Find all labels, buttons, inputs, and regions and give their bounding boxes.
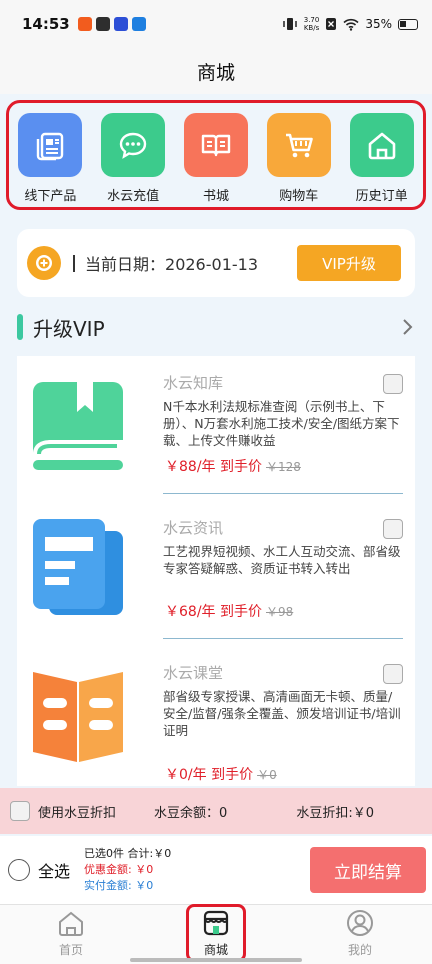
- home-indicator: [130, 958, 302, 962]
- product-name: 水云知库: [163, 374, 224, 392]
- status-right: 3.70 KB/s 35%: [282, 16, 418, 32]
- app-notification-icon: [131, 17, 146, 31]
- checkout-button[interactable]: 立即结算: [310, 847, 426, 893]
- use-bean-checkbox[interactable]: [10, 801, 30, 821]
- nav-tile: [183, 113, 248, 177]
- quick-nav: 线下产品 水云充值 书城 购物车 历史订单: [6, 100, 426, 210]
- product-checkbox[interactable]: [383, 664, 403, 684]
- bean-discount: 水豆折扣:￥0: [296, 805, 374, 821]
- product-description: N千本水利法规标准查阅（示例书上、下册）、N万套水利施工技术/安全/图纸方案下载…: [163, 399, 400, 448]
- house-icon: [368, 132, 395, 160]
- actual-amount: 实付金额: ￥0: [84, 879, 154, 892]
- home-icon: [59, 911, 83, 936]
- status-bar: 14:53 3.70 KB/s 35%: [0, 0, 432, 48]
- product-price: ￥68/年 到手价 ￥98: [165, 604, 294, 620]
- nav-tile: [266, 113, 331, 177]
- course-book-icon: [33, 672, 123, 762]
- nav-tile: [349, 113, 414, 177]
- open-book-icon: [201, 134, 231, 157]
- selected-total: 已选0件 合计:￥0: [84, 847, 172, 860]
- select-all-radio[interactable]: [8, 859, 30, 881]
- discount-amount: 优惠金额: ￥0: [84, 863, 154, 876]
- app-notification-icon: [95, 17, 110, 31]
- nav-label: 书城: [202, 189, 229, 204]
- nav-order-history[interactable]: 历史订单: [346, 113, 418, 204]
- nav-recharge[interactable]: 水云充值: [97, 113, 169, 204]
- section-header[interactable]: 升级VIP: [17, 310, 415, 344]
- vibrate-icon: [282, 18, 297, 30]
- divider: [163, 493, 403, 494]
- nav-label: 线下产品: [24, 189, 77, 204]
- wifi-icon: [343, 18, 359, 31]
- product-price: ￥0/年 到手价 ￥0: [165, 767, 277, 783]
- coin-icon: [27, 246, 61, 280]
- cart-icon: [285, 133, 313, 158]
- product-item[interactable]: 水云课堂 部省级专家授课、高清画面无卡顿、质量/安全/监督/强条全覆盖、颁发培训…: [17, 646, 415, 784]
- product-item[interactable]: 水云资讯 工艺视界短视频、水工人互动交流、部省级专家答疑解惑、资质证书转入转出 …: [17, 501, 415, 639]
- nav-cart[interactable]: 购物车: [263, 113, 335, 204]
- product-checkbox[interactable]: [383, 519, 403, 539]
- nav-tile: [101, 113, 166, 177]
- product-description: 部省级专家授课、高清画面无卡顿、质量/安全/监督/强条全覆盖、颁发培训证书/培训…: [163, 689, 401, 738]
- product-checkbox[interactable]: [383, 374, 403, 394]
- bean-balance: 水豆余额：0: [154, 805, 228, 821]
- nav-label: 购物车: [279, 189, 319, 204]
- order-summary: 已选0件 合计:￥0 优惠金额: ￥0 实付金额: ￥0: [84, 846, 171, 894]
- page-title-bar: 商城: [0, 48, 432, 94]
- chat-bubble-icon: [119, 132, 147, 159]
- section-accent: [17, 314, 23, 340]
- nav-bookstore[interactable]: 书城: [180, 113, 252, 204]
- original-price: ￥128: [265, 460, 301, 474]
- date-card: 当前日期：2026-01-13 VIP升级: [17, 229, 415, 297]
- tab-profile[interactable]: 我的: [320, 909, 400, 958]
- book-bookmark-icon: [33, 382, 123, 470]
- battery-percent: 35%: [365, 17, 392, 31]
- no-sim-icon: [326, 18, 337, 30]
- product-name: 水云课堂: [163, 664, 224, 682]
- notification-icons: [77, 17, 146, 31]
- checkout-bar: 全选 已选0件 合计:￥0 优惠金额: ￥0 实付金额: ￥0 立即结算: [0, 836, 432, 904]
- app-notification-icon: [77, 17, 92, 31]
- divider: [163, 638, 403, 639]
- current-date: 当前日期：2026-01-13: [73, 251, 258, 275]
- battery-icon: [398, 18, 418, 30]
- product-price: ￥88/年 到手价 ￥128: [165, 459, 301, 475]
- page-title: 商城: [196, 61, 235, 84]
- original-price: ￥0: [257, 768, 277, 782]
- select-all-label[interactable]: 全选: [38, 858, 70, 882]
- profile-icon: [347, 910, 373, 936]
- section-title: 升级VIP: [33, 316, 105, 341]
- bean-discount-bar: 使用水豆折扣 水豆余额：0 水豆折扣:￥0: [0, 788, 432, 834]
- nav-offline-products[interactable]: 线下产品: [14, 113, 86, 204]
- product-item[interactable]: 水云知库 N千本水利法规标准查阅（示例书上、下册）、N万套水利施工技术/安全/图…: [17, 356, 415, 494]
- status-time: 14:53: [22, 15, 70, 33]
- original-price: ￥98: [265, 605, 294, 619]
- active-tab-highlight: [186, 904, 246, 962]
- net-speed: 3.70 KB/s: [303, 16, 320, 32]
- tab-home[interactable]: 首页: [31, 909, 111, 958]
- nav-label: 水云充值: [107, 189, 160, 204]
- product-description: 工艺视界短视频、水工人互动交流、部省级专家答疑解惑、资质证书转入转出: [163, 544, 401, 576]
- vip-upgrade-button[interactable]: VIP升级: [297, 245, 401, 281]
- chevron-right-icon[interactable]: [401, 317, 415, 337]
- app-notification-icon: [113, 17, 128, 31]
- product-name: 水云资讯: [163, 519, 224, 537]
- nav-tile: [18, 113, 83, 177]
- catalog-icon: [37, 132, 64, 161]
- news-icon: [33, 519, 123, 615]
- nav-label: 历史订单: [355, 189, 408, 204]
- use-bean-label: 使用水豆折扣: [38, 805, 117, 821]
- product-list: 水云知库 N千本水利法规标准查阅（示例书上、下册）、N万套水利施工技术/安全/图…: [17, 356, 415, 786]
